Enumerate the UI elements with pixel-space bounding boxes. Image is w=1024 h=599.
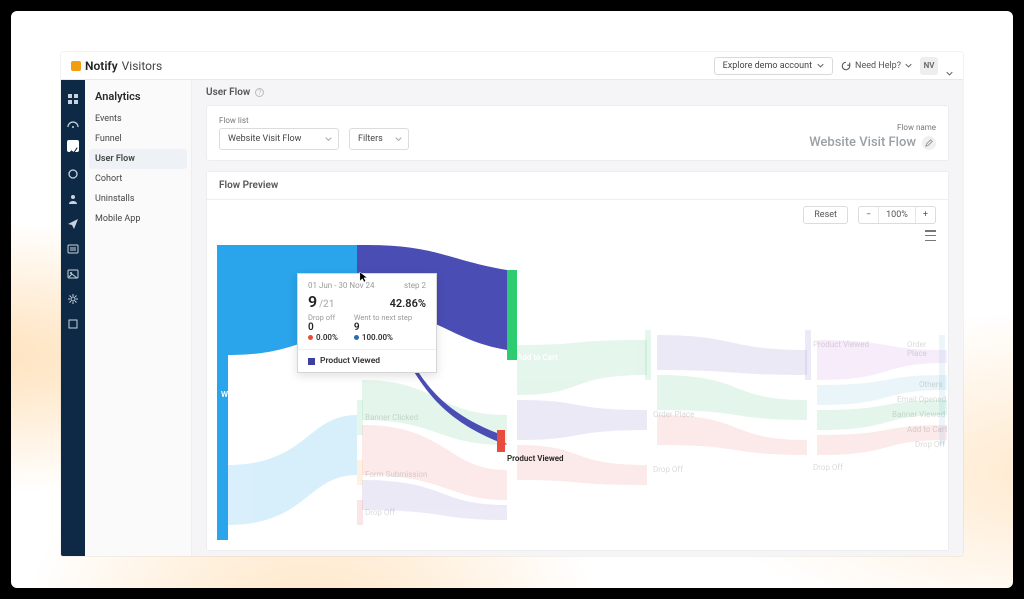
send-icon[interactable] bbox=[67, 215, 79, 227]
sankey-label-product-viewed: Product Viewed bbox=[507, 454, 564, 463]
image-icon[interactable] bbox=[67, 265, 79, 277]
gauge-icon[interactable] bbox=[67, 115, 79, 127]
tooltip-dropoff-val: 0 bbox=[308, 322, 338, 333]
tooltip-next-val: 9 bbox=[354, 322, 412, 333]
sankey-label: Banner Viewed bbox=[892, 410, 945, 419]
topbar: Notify Visitors Explore demo account Need… bbox=[61, 52, 963, 80]
sankey-label: Drop Off bbox=[653, 465, 683, 474]
sidebar-item-mobile-app[interactable]: Mobile App bbox=[85, 209, 191, 229]
tooltip-dropoff-label: Drop off bbox=[308, 313, 338, 322]
archive-icon[interactable] bbox=[67, 315, 79, 327]
zoom-in-button[interactable]: + bbox=[915, 207, 935, 223]
reset-button[interactable]: Reset bbox=[803, 206, 848, 224]
avatar[interactable]: NV bbox=[920, 57, 938, 75]
chart-menu-icon[interactable] bbox=[925, 230, 936, 241]
refresh-icon bbox=[841, 61, 851, 71]
sidebar-item-events[interactable]: Events bbox=[85, 109, 191, 129]
tooltip-legend: Product Viewed bbox=[320, 356, 380, 366]
gear-icon[interactable] bbox=[67, 290, 79, 302]
flow-list-label: Flow list bbox=[219, 116, 339, 125]
tooltip-total: /21 bbox=[319, 299, 334, 310]
flow-name-value: Website Visit Flow bbox=[809, 135, 916, 150]
flow-list-value: Website Visit Flow bbox=[228, 134, 301, 144]
help-icon[interactable]: ? bbox=[255, 88, 264, 97]
sankey-chart[interactable]: Website Visit Add to Cart bbox=[207, 245, 948, 550]
analytics-sidebar: Analytics Events Funnel User Flow Cohort… bbox=[85, 80, 192, 556]
chevron-down-icon bbox=[325, 136, 332, 143]
users-icon[interactable] bbox=[67, 190, 79, 202]
tooltip-dropoff-pct: 0.00% bbox=[316, 333, 338, 342]
sidebar-title: Analytics bbox=[85, 88, 191, 109]
sankey-node-product-viewed-step3[interactable] bbox=[497, 430, 505, 452]
preview-toolbar: Reset − 100% + bbox=[207, 200, 948, 230]
filters-label: Filters bbox=[358, 134, 383, 144]
sankey-label: Drop Off bbox=[365, 508, 395, 517]
sankey-label: Email Opened bbox=[897, 395, 946, 404]
sidebar-item-funnel[interactable]: Funnel bbox=[85, 129, 191, 149]
chevron-down-icon bbox=[817, 62, 824, 69]
nav-rail bbox=[61, 80, 85, 556]
explore-demo-label: Explore demo account bbox=[723, 61, 812, 71]
filters-select[interactable]: Filters bbox=[349, 128, 409, 150]
sankey-label: Banner Clicked bbox=[365, 413, 418, 422]
chevron-down-icon bbox=[395, 136, 402, 143]
tooltip-next-pct: 100.00% bbox=[362, 333, 393, 342]
sidebar-item-cohort[interactable]: Cohort bbox=[85, 169, 191, 189]
dot-icon bbox=[354, 335, 359, 340]
sidebar-item-user-flow[interactable]: User Flow bbox=[89, 149, 187, 169]
tooltip-next-label: Went to next step bbox=[354, 313, 412, 322]
sankey-label-add-to-cart: Add to Cart bbox=[517, 353, 558, 362]
dashboard-icon[interactable] bbox=[67, 90, 79, 102]
analytics-icon[interactable] bbox=[67, 140, 79, 152]
sankey-label: Order Place bbox=[653, 410, 694, 419]
sankey-label: Product Viewed bbox=[813, 340, 869, 349]
sankey-label: Add to Cart bbox=[907, 425, 947, 434]
brand-mark-icon bbox=[71, 61, 81, 71]
page-header: User Flow ? bbox=[192, 80, 963, 105]
sankey-label: Order Place bbox=[907, 340, 948, 358]
sankey-label: Drop Off bbox=[915, 440, 945, 449]
sankey-tooltip: 01 Jun - 30 Nov 24 step 2 9/21 42.86% Dr… bbox=[297, 273, 437, 373]
list-icon[interactable] bbox=[67, 240, 79, 252]
sankey-node-add-to-cart[interactable] bbox=[507, 270, 517, 360]
cursor-icon bbox=[359, 268, 369, 280]
flow-list-select[interactable]: Website Visit Flow bbox=[219, 128, 339, 150]
sankey-label: Drop Off bbox=[813, 463, 843, 472]
flow-name-label: Flow name bbox=[809, 123, 936, 132]
edit-button[interactable] bbox=[922, 136, 936, 150]
brand-logo[interactable]: Notify Visitors bbox=[71, 59, 162, 73]
chevron-down-icon bbox=[905, 62, 912, 69]
page-title: User Flow bbox=[206, 87, 250, 98]
tooltip-count: 9 bbox=[308, 292, 317, 311]
app-window: Notify Visitors Explore demo account Need… bbox=[61, 52, 963, 556]
legend-swatch-icon bbox=[308, 358, 315, 365]
zoom-value: 100% bbox=[878, 207, 915, 223]
tooltip-pct: 42.86% bbox=[390, 297, 426, 310]
sankey-label: Others bbox=[919, 380, 943, 389]
sidebar-item-uninstalls[interactable]: Uninstalls bbox=[85, 189, 191, 209]
tooltip-step: step 2 bbox=[404, 281, 426, 290]
flow-preview-title: Flow Preview bbox=[207, 172, 948, 200]
chevron-down-icon[interactable] bbox=[946, 62, 953, 69]
zoom-out-button[interactable]: − bbox=[859, 207, 878, 223]
dot-icon bbox=[308, 335, 313, 340]
zoom-control: − 100% + bbox=[858, 206, 936, 224]
campaign-icon[interactable] bbox=[67, 165, 79, 177]
help-label: Need Help? bbox=[855, 61, 901, 71]
main-content: User Flow ? Flow list Website Visit Flow… bbox=[192, 80, 963, 556]
sankey-label: Form Submission bbox=[365, 470, 427, 479]
brand-bold: Notify bbox=[85, 59, 118, 73]
brand-thin: Visitors bbox=[122, 59, 163, 73]
explore-demo-button[interactable]: Explore demo account bbox=[714, 57, 833, 75]
help-dropdown[interactable]: Need Help? bbox=[841, 61, 912, 71]
